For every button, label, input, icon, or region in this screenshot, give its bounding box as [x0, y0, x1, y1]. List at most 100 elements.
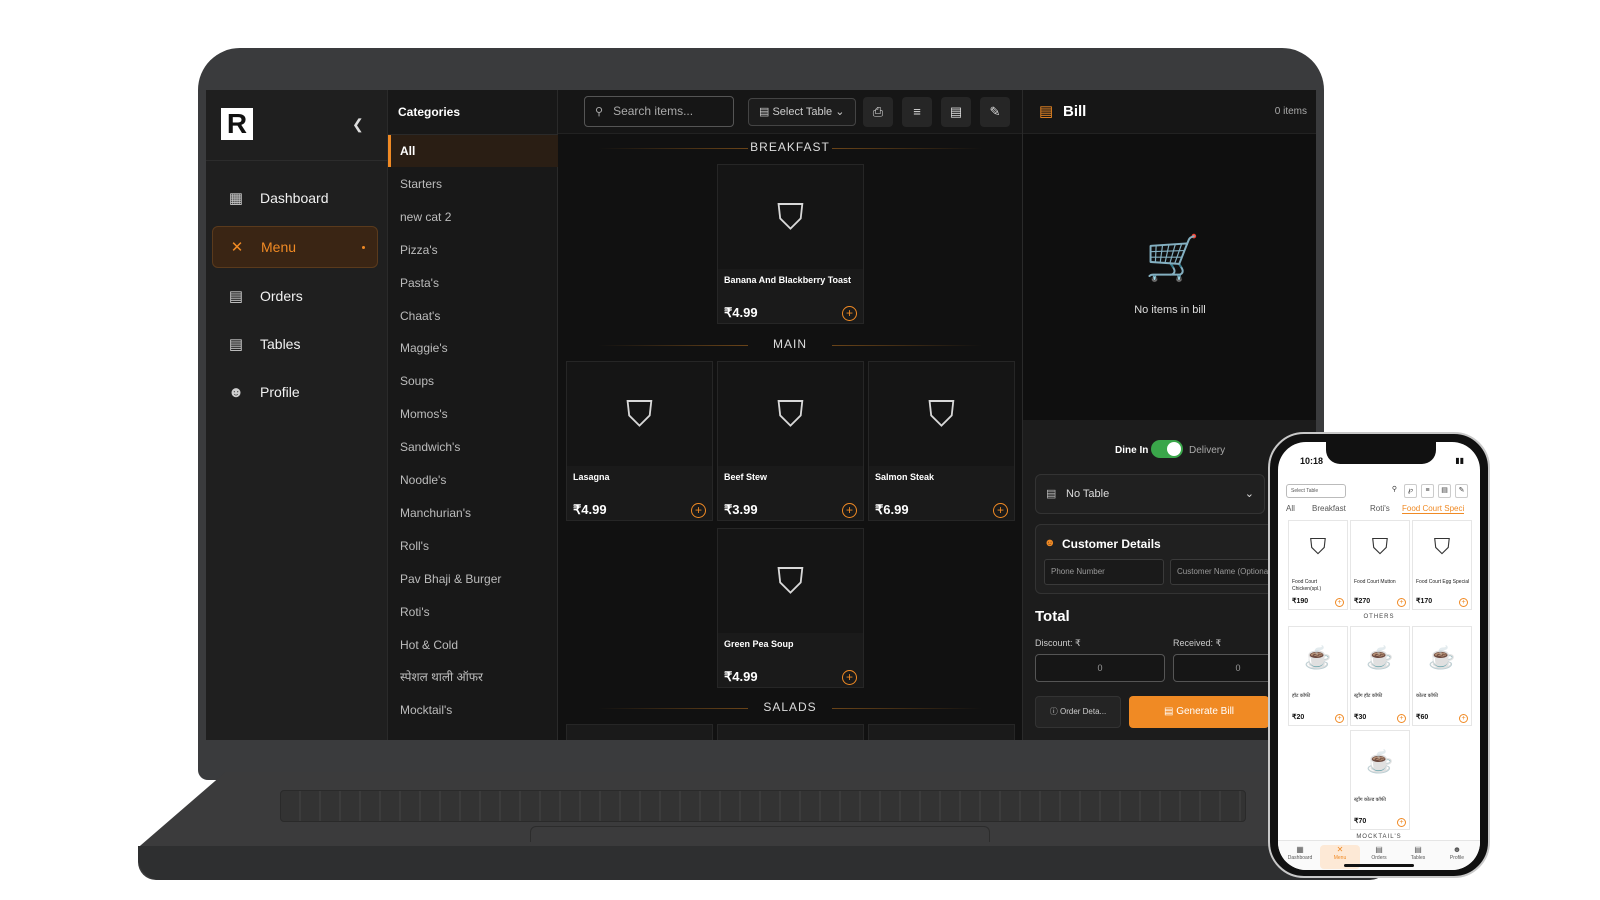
- category-item[interactable]: Momos's: [388, 398, 558, 430]
- sidebar-item-label: Dashboard: [260, 190, 329, 206]
- phone-item-price: ₹70: [1354, 818, 1367, 825]
- layout-toggle-button[interactable]: ▤: [941, 97, 971, 127]
- select-table-dropdown[interactable]: ▤ Select Table ⌄: [748, 98, 856, 126]
- collapse-sidebar-icon[interactable]: ❮: [352, 116, 364, 133]
- utensils-icon: ✕: [230, 239, 244, 256]
- category-item[interactable]: Manchurian's: [388, 497, 558, 529]
- coffee-cup-icon: ☕: [1428, 645, 1456, 670]
- menu-item-card[interactable]: ⛉ Lasagna ₹4.99 +: [566, 361, 713, 521]
- category-item[interactable]: Noodle's: [388, 464, 558, 496]
- category-item[interactable]: Hot & Cold: [388, 629, 558, 661]
- phone-tab-breakfast[interactable]: Breakfast: [1312, 504, 1346, 513]
- sort-icon[interactable]: ≡: [1421, 484, 1434, 498]
- category-item[interactable]: Maggie's: [388, 332, 558, 364]
- phone-item-price: ₹30: [1354, 714, 1367, 721]
- discount-input[interactable]: 0: [1035, 654, 1165, 682]
- add-item-button[interactable]: +: [1335, 714, 1344, 723]
- laptop-screen: R ❮ ▦ Dashboard ✕ Menu ▤ Orders ▤ Tables ☻ Pr…: [206, 90, 1316, 740]
- phone-tab-all[interactable]: All: [1286, 504, 1295, 513]
- sidebar-item-profile[interactable]: ☻ Profile: [212, 371, 378, 413]
- category-item[interactable]: Sandwich's: [388, 431, 558, 463]
- category-item[interactable]: Pasta's: [388, 267, 558, 299]
- section-title: SALADS: [763, 700, 817, 714]
- add-item-button[interactable]: +: [842, 306, 857, 321]
- category-item[interactable]: Roll's: [388, 530, 558, 562]
- add-item-button[interactable]: +: [1459, 714, 1468, 723]
- menu-item-card[interactable]: [868, 724, 1015, 740]
- layout-icon[interactable]: ▤: [1438, 484, 1451, 498]
- phone-tab-rotis[interactable]: Roti's: [1370, 504, 1390, 513]
- menu-item-price: ₹4.99: [724, 305, 758, 320]
- phone-number-input[interactable]: Phone Number: [1044, 559, 1164, 585]
- order-details-button[interactable]: ⓘ Order Deta...: [1035, 696, 1121, 728]
- phone-select-table[interactable]: Select Table: [1286, 484, 1346, 498]
- menu-item-card[interactable]: ⛉ Banana And Blackberry Toast ₹4.99 +: [717, 164, 864, 324]
- phone-item-card[interactable]: ⛉ Food Court Mutton ₹270 +: [1350, 520, 1410, 610]
- add-item-button[interactable]: +: [842, 503, 857, 518]
- sidebar-item-dashboard[interactable]: ▦ Dashboard: [212, 177, 378, 219]
- menu-item-card[interactable]: [566, 724, 713, 740]
- phone-item-card[interactable]: ⛉ Food Court Egg Special ₹170 +: [1412, 520, 1472, 610]
- category-item[interactable]: Pizza's: [388, 234, 558, 266]
- add-item-button[interactable]: +: [1335, 598, 1344, 607]
- edit-button[interactable]: ✎: [980, 97, 1010, 127]
- utensils-icon: ✕: [1336, 845, 1344, 854]
- menu-item-card[interactable]: ⛉ Beef Stew ₹3.99 +: [717, 361, 864, 521]
- category-item[interactable]: Roti's: [388, 596, 558, 628]
- category-item[interactable]: Pav Bhaji & Burger: [388, 563, 558, 595]
- section-title: BREAKFAST: [750, 140, 830, 154]
- add-item-button[interactable]: +: [1397, 714, 1406, 723]
- pencil-icon[interactable]: ✎: [1455, 484, 1468, 498]
- phone-time: 10:18: [1300, 456, 1324, 466]
- generate-bill-button[interactable]: ▤ Generate Bill: [1129, 696, 1269, 728]
- category-item[interactable]: Mocktail's: [388, 694, 558, 726]
- phone-nav-dashboard[interactable]: ▦ Dashboard: [1280, 845, 1320, 861]
- add-item-button[interactable]: +: [1459, 598, 1468, 607]
- sidebar-item-orders[interactable]: ▤ Orders: [212, 275, 378, 317]
- sidebar-item-tables[interactable]: ▤ Tables: [212, 323, 378, 365]
- sidebar-item-menu[interactable]: ✕ Menu: [212, 226, 378, 268]
- phone-item-card[interactable]: ☕ स्ट्रॉंग हॉट कॉफी ₹30 +: [1350, 626, 1410, 726]
- category-item[interactable]: All: [388, 135, 558, 167]
- phone-item-card[interactable]: ☕ कोल्ड कॉफी ₹60 +: [1412, 626, 1472, 726]
- phone-tab-food-court[interactable]: Food Court Speci: [1402, 504, 1465, 514]
- add-item-button[interactable]: +: [993, 503, 1008, 518]
- received-label: Received: ₹: [1173, 638, 1222, 648]
- category-item[interactable]: स्पेशल थाली ऑफर: [388, 661, 558, 693]
- menu-item-card[interactable]: ⛉ Salmon Steak ₹6.99 +: [868, 361, 1015, 521]
- user-icon: ☻: [1452, 845, 1462, 854]
- order-type-toggle[interactable]: [1151, 440, 1183, 458]
- search-icon[interactable]: ⚲: [1388, 484, 1401, 498]
- section-header-main: MAIN: [558, 337, 1022, 351]
- add-item-button[interactable]: +: [691, 503, 706, 518]
- phone-nav-profile[interactable]: ☻ Profile: [1437, 845, 1477, 861]
- pencil-icon: ✎: [989, 104, 1001, 119]
- add-item-button[interactable]: +: [842, 670, 857, 685]
- phone-item-card[interactable]: ⛉ Food Court Chicken(spl.) ₹190 +: [1288, 520, 1348, 610]
- phone-nav-label: Menu: [1333, 855, 1347, 861]
- category-item[interactable]: Starters: [388, 168, 558, 200]
- search-input[interactable]: ⚲ Search items...: [584, 96, 734, 127]
- category-item[interactable]: Chaat's: [388, 300, 558, 332]
- category-item[interactable]: new cat 2: [388, 201, 558, 233]
- print-button[interactable]: ⎙: [863, 97, 893, 127]
- section-divider: [832, 708, 982, 709]
- sort-icon: ≡: [913, 104, 921, 119]
- add-item-button[interactable]: +: [1397, 818, 1406, 827]
- phone-nav-orders[interactable]: ▤ Orders: [1359, 845, 1399, 861]
- menu-item-card[interactable]: ⛉ Green Pea Soup ₹4.99 +: [717, 528, 864, 688]
- phone-device: 10:18 ▮▮ Select Table ⚲ ℘ ≡ ▤ ✎ All Brea…: [1268, 432, 1490, 878]
- category-item[interactable]: Soups: [388, 365, 558, 397]
- sort-button[interactable]: ≡: [902, 97, 932, 127]
- app-logo[interactable]: R: [221, 108, 253, 140]
- phone-item-card[interactable]: ☕ स्ट्रॉंग कोल्ड कॉफी ₹70 +: [1350, 730, 1410, 830]
- customer-name-input[interactable]: Customer Name (Optional): [1170, 559, 1272, 585]
- table-select-dropdown[interactable]: ▤ No Table ⌄: [1035, 474, 1265, 514]
- phone-item-card[interactable]: ☕ हॉट कॉफी ₹20 +: [1288, 626, 1348, 726]
- menu-item-card[interactable]: [717, 724, 864, 740]
- bill-header: ▤ Bill 0 items: [1023, 90, 1316, 134]
- add-item-button[interactable]: +: [1397, 598, 1406, 607]
- menu-item-name: Lasagna: [573, 472, 610, 482]
- bluetooth-icon[interactable]: ℘: [1404, 484, 1417, 498]
- phone-nav-tables[interactable]: ▤ Tables: [1398, 845, 1438, 861]
